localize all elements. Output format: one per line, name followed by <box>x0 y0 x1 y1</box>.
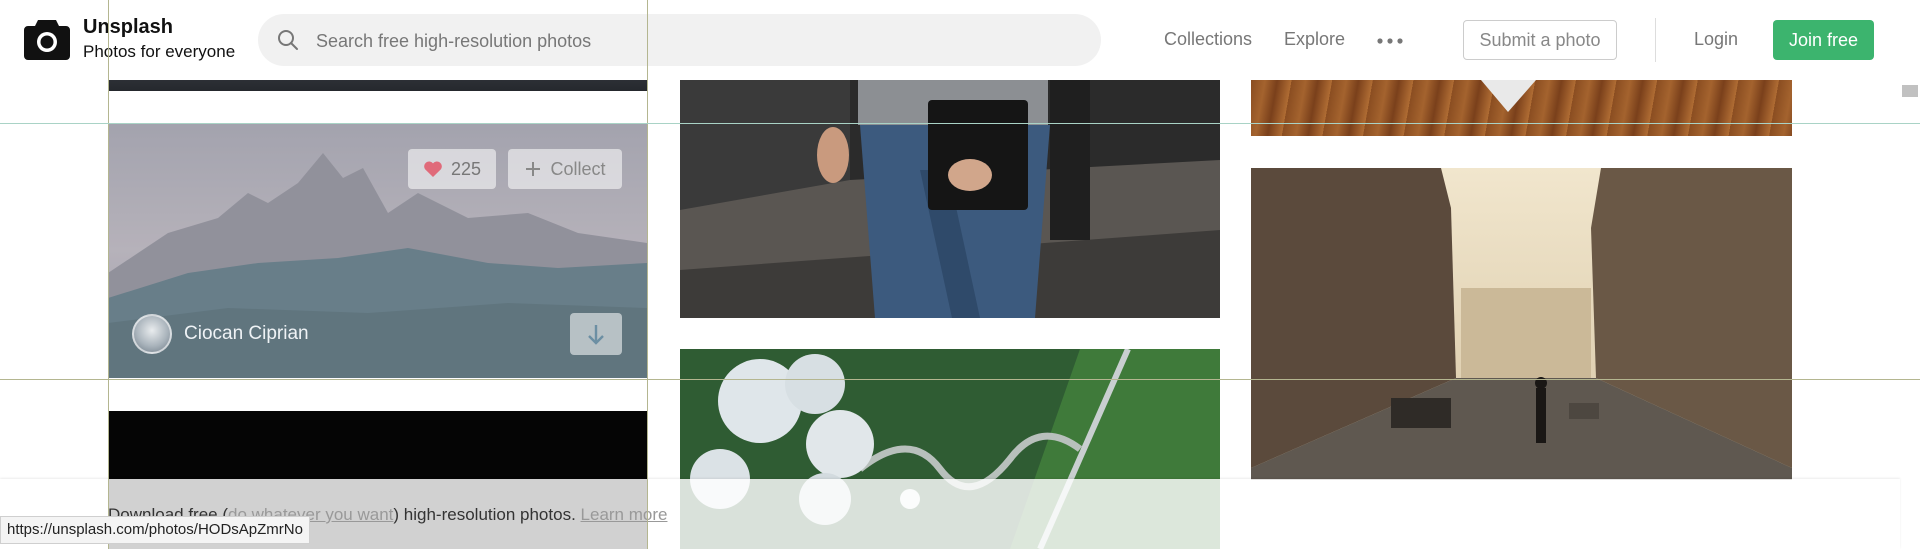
scrollbar-thumb[interactable] <box>1902 85 1918 97</box>
guide-line-vertical <box>108 0 109 549</box>
search-input[interactable] <box>314 14 1078 68</box>
arrow-down-icon <box>588 325 604 345</box>
photo-author[interactable]: Ciocan Ciprian <box>132 313 309 355</box>
login-link[interactable]: Login <box>1694 29 1738 50</box>
person-with-laptop-photo <box>680 80 1220 318</box>
nav-collections[interactable]: Collections <box>1164 29 1252 50</box>
photo-card-hovered[interactable]: 225 Collect Ciocan Ciprian <box>108 123 647 378</box>
download-button[interactable] <box>570 313 622 355</box>
status-bar-url: https://unsplash.com/photos/HODsApZmrNo <box>0 516 310 544</box>
search-icon <box>278 30 298 50</box>
wood-table-photo <box>1481 80 1536 112</box>
more-horizontal-icon[interactable] <box>1377 38 1403 44</box>
join-free-button[interactable]: Join free <box>1773 20 1874 60</box>
nav-divider <box>1655 18 1656 62</box>
avatar[interactable] <box>132 314 172 354</box>
city-street-photo <box>1251 168 1792 480</box>
heart-icon <box>424 161 442 177</box>
photo-card[interactable] <box>1251 80 1792 136</box>
camera-logo-icon[interactable] <box>24 18 70 60</box>
guide-line-vertical <box>647 0 648 549</box>
search-bar[interactable] <box>258 14 1101 68</box>
learn-more-link[interactable]: Learn more <box>581 505 668 524</box>
plus-icon <box>526 162 541 176</box>
collect-button[interactable]: Collect <box>508 149 622 189</box>
author-name[interactable]: Ciocan Ciprian <box>184 323 309 345</box>
like-count: 225 <box>450 158 482 179</box>
guide-line-horizontal <box>0 123 1920 124</box>
guide-line-horizontal <box>0 379 1920 380</box>
photo-card[interactable] <box>680 80 1220 318</box>
collect-label: Collect <box>550 158 606 179</box>
submit-photo-button[interactable]: Submit a photo <box>1463 20 1617 60</box>
brand-tagline: Photos for everyone <box>83 42 236 61</box>
brand-name[interactable]: Unsplash <box>83 16 173 39</box>
like-button[interactable]: 225 <box>408 149 496 189</box>
photo-card[interactable] <box>1251 168 1792 480</box>
nav-explore[interactable]: Explore <box>1284 29 1345 50</box>
scrollbar[interactable] <box>1900 80 1920 549</box>
top-navigation: Unsplash Photos for everyone Collections… <box>0 0 1920 80</box>
banner-text-after: ) high-resolution photos. <box>393 505 576 524</box>
